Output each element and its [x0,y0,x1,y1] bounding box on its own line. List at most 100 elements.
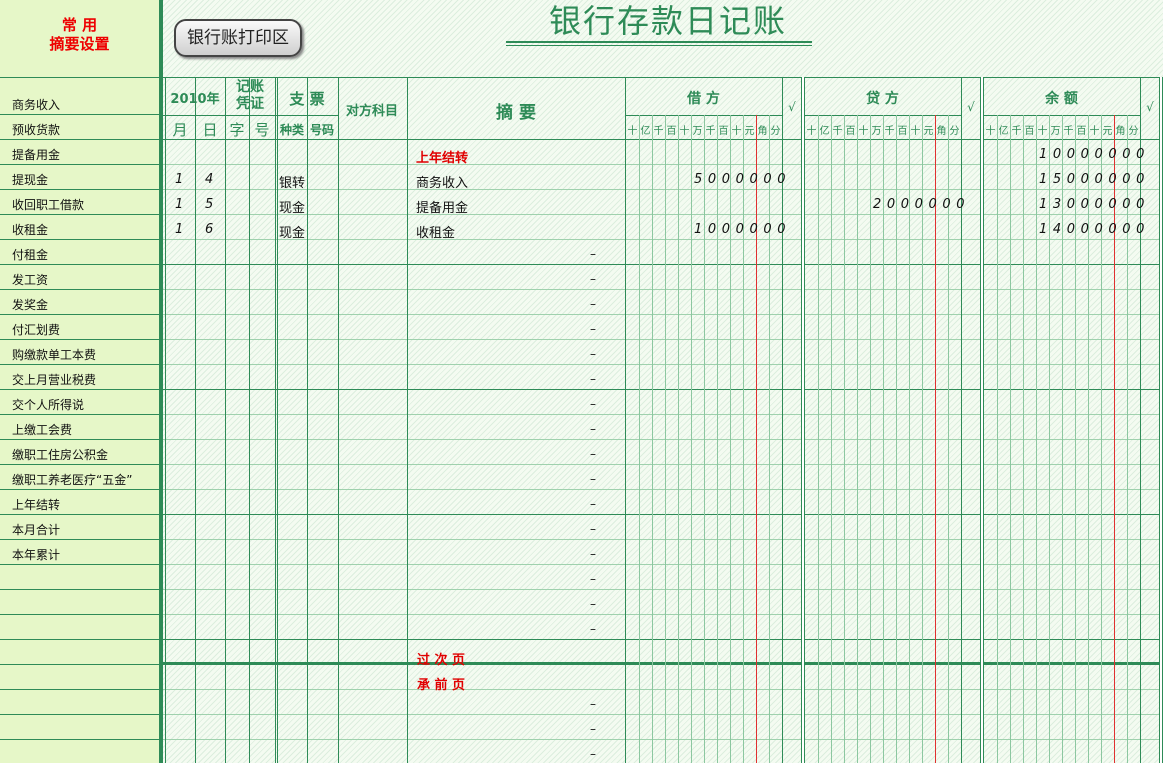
grid-line [163,189,1163,190]
digit-unit-label: 角 [1115,126,1126,137]
grid-line [163,489,1163,490]
sidebar-empty-slot [0,640,159,665]
digit-unit-label: 亿 [998,126,1009,137]
summary-sidebar: 常 用 摘要设置 商务收入 预收货款 提备用金 提现金 收回职工借款 收租金 付租金 发工资发… [0,0,159,763]
digit-unit-label: 十 [1089,126,1100,137]
grid-line [769,115,770,763]
check-mark-icon: √ [1146,100,1154,114]
header-year: 2010年 [170,92,220,107]
sidebar-empty-slot [0,615,159,640]
digit-unit-label: 千 [653,126,664,137]
sidebar-item[interactable]: 交个人所得说 [0,390,159,415]
sidebar-item[interactable]: 付租金 [0,240,159,265]
digit-unit-label: 十 [806,126,817,137]
grid-line [1088,115,1089,763]
sidebar-item[interactable]: 提备用金 [0,140,159,165]
grid-line [818,115,819,763]
summary-dash: – [590,697,596,711]
sidebar-item[interactable]: 收回职工借款 [0,190,159,215]
grid-line [756,115,757,763]
row-balance: 14000000 [1039,222,1150,237]
summary-dash: – [590,347,596,361]
grid-line [163,514,1163,515]
sidebar-title[interactable]: 常 用 摘要设置 [0,0,159,77]
digit-unit-label: 十 [858,126,869,137]
grid-line [163,589,1163,590]
sidebar-item[interactable]: 发奖金 [0,290,159,315]
sidebar-item[interactable]: 缴职工住房公积金 [0,440,159,465]
sidebar-item[interactable]: 上缴工会费 [0,415,159,440]
sidebar-item[interactable]: 付汇划费 [0,315,159,340]
grid-line [639,115,640,763]
grid-line [730,115,731,763]
summary-dash: – [590,397,596,411]
sidebar-item[interactable]: 预收货款 [0,115,159,140]
digit-unit-label: 百 [666,126,677,137]
header-summary: 摘 要 [496,103,536,123]
grid-line [717,115,718,763]
digit-unit-label: 百 [845,126,856,137]
grid-line [163,564,1163,565]
grid-line [163,614,1163,615]
sidebar-item[interactable]: 发工资 [0,265,159,290]
print-button[interactable]: 银行账打印区 [174,19,302,57]
digit-unit-label: 百 [897,126,908,137]
digit-unit-label: 亿 [819,126,830,137]
row-summary: 上年结转 [416,151,469,166]
header-voucher-no: 号 [254,121,270,139]
digit-unit-label: 万 [692,126,703,137]
row-balance: 10000000 [1039,147,1150,162]
grid-line [163,414,1163,415]
grid-line [1036,115,1037,763]
grid-line [883,115,884,763]
row-debit: 1000000 [694,222,792,237]
grid-line [704,115,705,763]
grid-line [948,115,949,763]
row-summary: 提备用金 [416,201,469,216]
header-credit: 贷 方 [866,91,899,107]
row-month: 1 [175,172,184,187]
sidebar-item[interactable]: 交上月营业税费 [0,365,159,390]
check-mark-icon: √ [788,100,796,114]
row-debit: 5000000 [694,172,792,187]
sidebar-item[interactable]: 购缴款单工本费 [0,340,159,365]
grid-line [163,439,1163,440]
summary-dash: – [590,247,596,261]
summary-dash: – [590,472,596,486]
grid-line [163,77,1163,78]
header-month: 月 [172,121,188,139]
sidebar-item[interactable]: 上年结转 [0,490,159,515]
sidebar-title-line1: 常 用 [61,16,98,34]
digit-unit-label: 元 [744,126,755,137]
sidebar-item[interactable]: 本月合计 [0,515,159,540]
digit-unit-label: 亿 [640,126,651,137]
grid-line [163,339,1163,340]
digit-unit-label: 十 [985,126,996,137]
grid-line [407,77,408,763]
sidebar-item[interactable]: 提现金 [0,165,159,190]
grid-line [625,77,626,763]
summary-dash: – [590,497,596,511]
grid-line [1010,115,1011,763]
sidebar-empty-slot [0,690,159,715]
sidebar-item[interactable]: 缴职工养老医疗“五金” [0,465,159,490]
grid-line [163,139,1163,140]
sidebar-item[interactable]: 本年累计 [0,540,159,565]
digit-unit-label: 百 [1024,126,1035,137]
sidebar-empty-slot [0,740,159,763]
header-cheque: 支 票 [289,90,325,108]
sidebar-item[interactable]: 商务收入 [0,90,159,115]
grid-line [338,77,339,763]
digit-unit-label: 百 [718,126,729,137]
grid-line [163,714,1163,715]
page-title: 银行存款日记账 [548,2,787,40]
summary-dash: – [590,547,596,561]
summary-dash: – [590,722,596,736]
grid-line [195,77,196,763]
summary-dash: – [590,522,596,536]
carry-forward-label: 过 次 页 [417,653,466,668]
header-voucher-top: 记账 [236,79,264,95]
digit-unit-label: 十 [910,126,921,137]
sidebar-item[interactable]: 收租金 [0,215,159,240]
digit-unit-label: 十 [627,126,638,137]
